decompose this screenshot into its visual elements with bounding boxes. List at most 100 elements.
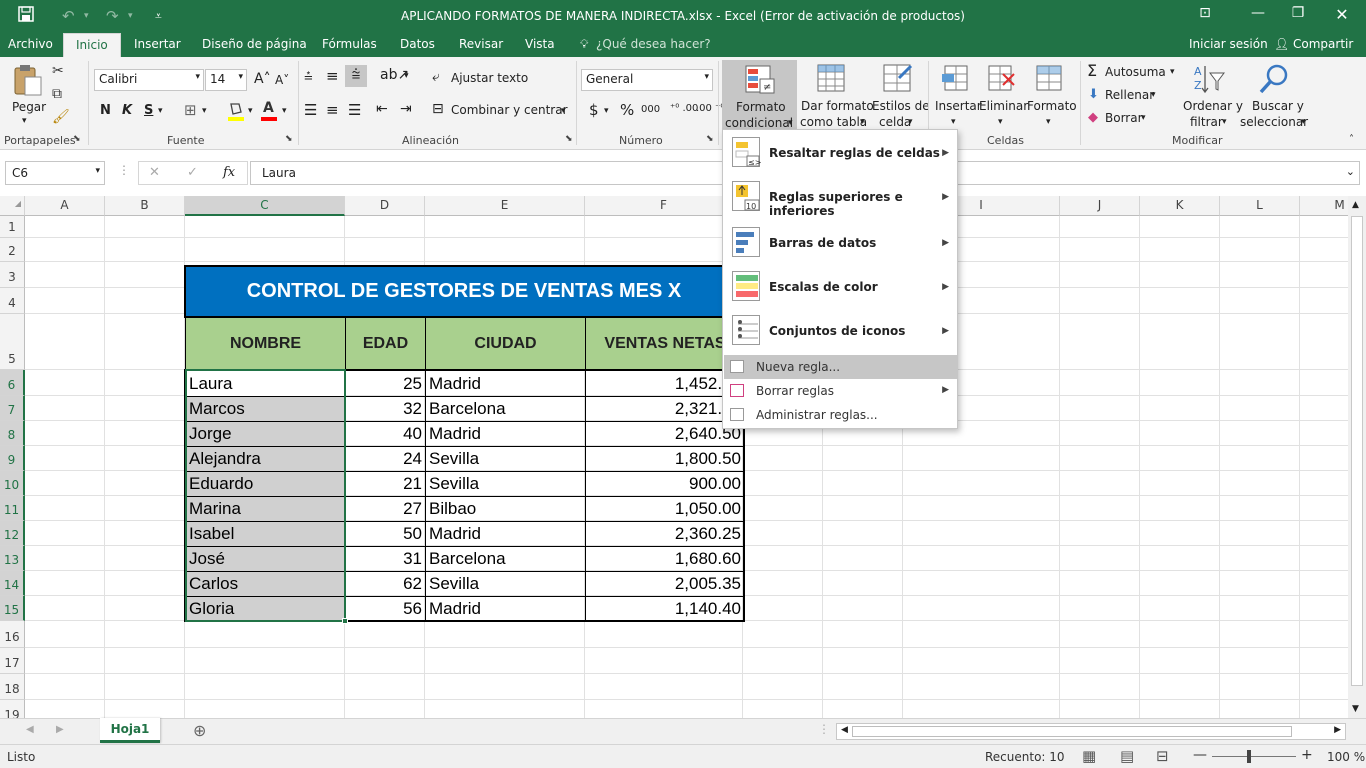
collapse-ribbon-icon[interactable]: ˄	[1349, 134, 1354, 145]
tab-insertar[interactable]: Insertar	[134, 37, 181, 51]
chevron-down-icon[interactable]: ▾	[1151, 90, 1156, 100]
row-header-17[interactable]: 17	[0, 648, 25, 674]
table-cell[interactable]: 1,800.50	[585, 446, 745, 472]
redo-icon[interactable]: ↷	[106, 6, 119, 26]
currency-button[interactable]: $	[589, 101, 599, 119]
wrap-text-button[interactable]: Ajustar texto	[451, 71, 528, 85]
hscroll-thumb[interactable]	[852, 726, 1292, 737]
autosum-button[interactable]: Autosuma	[1105, 65, 1166, 79]
table-cell[interactable]: Marcos	[185, 396, 346, 422]
align-right-icon[interactable]: ☰	[348, 101, 361, 119]
table-cell[interactable]: José	[185, 546, 346, 572]
row-header-1[interactable]: 1	[0, 216, 25, 238]
paste-icon[interactable]	[12, 63, 44, 97]
menu-item-highlight-rules[interactable]: ≤> Resaltar reglas de celdas ▶	[723, 137, 957, 171]
table-cell[interactable]: Marina	[185, 496, 346, 522]
tab-archivo[interactable]: Archivo	[8, 37, 53, 51]
vertical-scrollbar[interactable]: ▲ ▼	[1348, 196, 1366, 718]
grow-font-icon[interactable]: A˄	[254, 71, 271, 87]
table-cell[interactable]: 1,452.00	[585, 370, 745, 397]
sort-filter-label-1[interactable]: Ordenar y	[1183, 99, 1243, 113]
dialog-launcher-icon[interactable]: ⬊	[565, 134, 573, 144]
menu-item-icon-sets[interactable]: Conjuntos de iconos ▶	[723, 315, 957, 349]
tab-diseno-pagina[interactable]: Diseño de página	[202, 37, 307, 51]
row-header-18[interactable]: 18	[0, 674, 25, 700]
column-header-c[interactable]: C	[185, 196, 345, 216]
dialog-launcher-icon[interactable]: ⬊	[285, 134, 293, 144]
table-cell[interactable]: Jorge	[185, 421, 346, 447]
ribbon-display-icon[interactable]: ⊡	[1190, 5, 1220, 21]
scroll-left-icon[interactable]: ◀	[841, 725, 848, 735]
column-header-e[interactable]: E	[425, 196, 585, 216]
underline-button[interactable]: S	[144, 103, 153, 118]
fill-icon[interactable]: ⬇	[1088, 87, 1099, 102]
delete-cells-icon[interactable]	[987, 64, 1015, 92]
table-cell[interactable]: Laura	[185, 370, 346, 397]
tab-revisar[interactable]: Revisar	[459, 37, 503, 51]
borders-icon[interactable]: ⊞	[184, 101, 197, 119]
zoom-out-icon[interactable]: —	[1193, 747, 1207, 763]
font-name-select[interactable]: Calibri ▾	[94, 69, 204, 91]
table-cell[interactable]: Madrid	[425, 596, 586, 622]
cell-styles-icon[interactable]	[883, 64, 913, 94]
zoom-slider-thumb[interactable]	[1247, 750, 1251, 763]
table-cell[interactable]: Sevilla	[425, 446, 586, 472]
tab-inicio[interactable]: Inicio	[63, 33, 121, 57]
zoom-level[interactable]: 100 %	[1327, 750, 1365, 764]
table-cell[interactable]: 40	[345, 421, 426, 447]
normal-view-icon[interactable]: ▦	[1082, 747, 1096, 765]
format-as-table-label-2[interactable]: como tabla	[800, 115, 867, 129]
row-header-4[interactable]: 4	[0, 288, 25, 314]
chevron-down-icon[interactable]: ▾	[951, 117, 956, 127]
table-cell[interactable]: 21	[345, 471, 426, 497]
cancel-icon[interactable]: ✕	[149, 165, 160, 180]
scroll-right-icon[interactable]: ▶	[1334, 725, 1341, 735]
format-as-table-label-1[interactable]: Dar formato	[801, 99, 874, 113]
table-cell[interactable]: 32	[345, 396, 426, 422]
minimize-icon[interactable]: —	[1243, 5, 1273, 21]
font-color-icon[interactable]: A	[260, 100, 278, 122]
table-cell[interactable]: 1,050.00	[585, 496, 745, 522]
table-cell[interactable]: 56	[345, 596, 426, 622]
align-middle-icon[interactable]: ≡	[326, 67, 339, 85]
autosum-icon[interactable]: Σ	[1087, 61, 1097, 80]
chevron-down-icon[interactable]: ▾	[84, 6, 89, 26]
find-select-label-2[interactable]: seleccionar	[1240, 115, 1308, 129]
table-cell[interactable]: 1,680.60	[585, 546, 745, 572]
next-sheet-icon[interactable]: ▶	[56, 724, 64, 735]
align-top-icon[interactable]: ⩮	[304, 67, 313, 85]
name-box[interactable]: C6 ▾	[5, 161, 105, 185]
row-header-15[interactable]: 15	[0, 596, 25, 621]
row-header-12[interactable]: 12	[0, 521, 25, 546]
column-header-f[interactable]: F	[585, 196, 743, 216]
chevron-down-icon[interactable]: ▾	[404, 71, 409, 81]
fill-color-icon[interactable]	[227, 100, 245, 122]
chevron-down-icon[interactable]: ▾	[561, 106, 566, 116]
table-cell[interactable]: Madrid	[425, 421, 586, 447]
italic-button[interactable]: K	[122, 103, 132, 118]
dialog-launcher-icon[interactable]: ⬊	[706, 134, 714, 144]
align-bottom-icon[interactable]: ⩭	[345, 65, 367, 87]
format-painter-icon[interactable]: 🖌︎	[52, 109, 70, 125]
table-cell[interactable]: 27	[345, 496, 426, 522]
prev-sheet-icon[interactable]: ◀	[26, 724, 34, 735]
table-cell[interactable]: 2,321.15	[585, 396, 745, 422]
table-cell[interactable]: 62	[345, 571, 426, 597]
tell-me-input[interactable]: ¿Qué desea hacer?	[596, 37, 711, 51]
chevron-down-icon[interactable]: ▾	[248, 106, 253, 116]
table-cell[interactable]: Madrid	[425, 370, 586, 397]
column-header-m[interactable]: M	[1300, 196, 1348, 216]
table-cell[interactable]: Sevilla	[425, 471, 586, 497]
enter-icon[interactable]: ✓	[187, 165, 198, 180]
tab-vista[interactable]: Vista	[525, 37, 555, 51]
chevron-down-icon[interactable]: ▾	[1170, 67, 1175, 77]
undo-icon[interactable]: ↶	[62, 6, 75, 26]
chevron-down-icon[interactable]: ▾	[22, 116, 27, 126]
table-cell[interactable]: 50	[345, 521, 426, 547]
menu-item-top-bottom-rules[interactable]: 10 Reglas superiores e inferiores ▶	[723, 181, 957, 218]
table-cell[interactable]: 25	[345, 370, 426, 397]
thousands-button[interactable]: 000	[641, 104, 660, 115]
horizontal-scrollbar[interactable]: ◀ ▶	[836, 723, 1346, 740]
table-cell[interactable]: Carlos	[185, 571, 346, 597]
row-header-7[interactable]: 7	[0, 396, 25, 421]
